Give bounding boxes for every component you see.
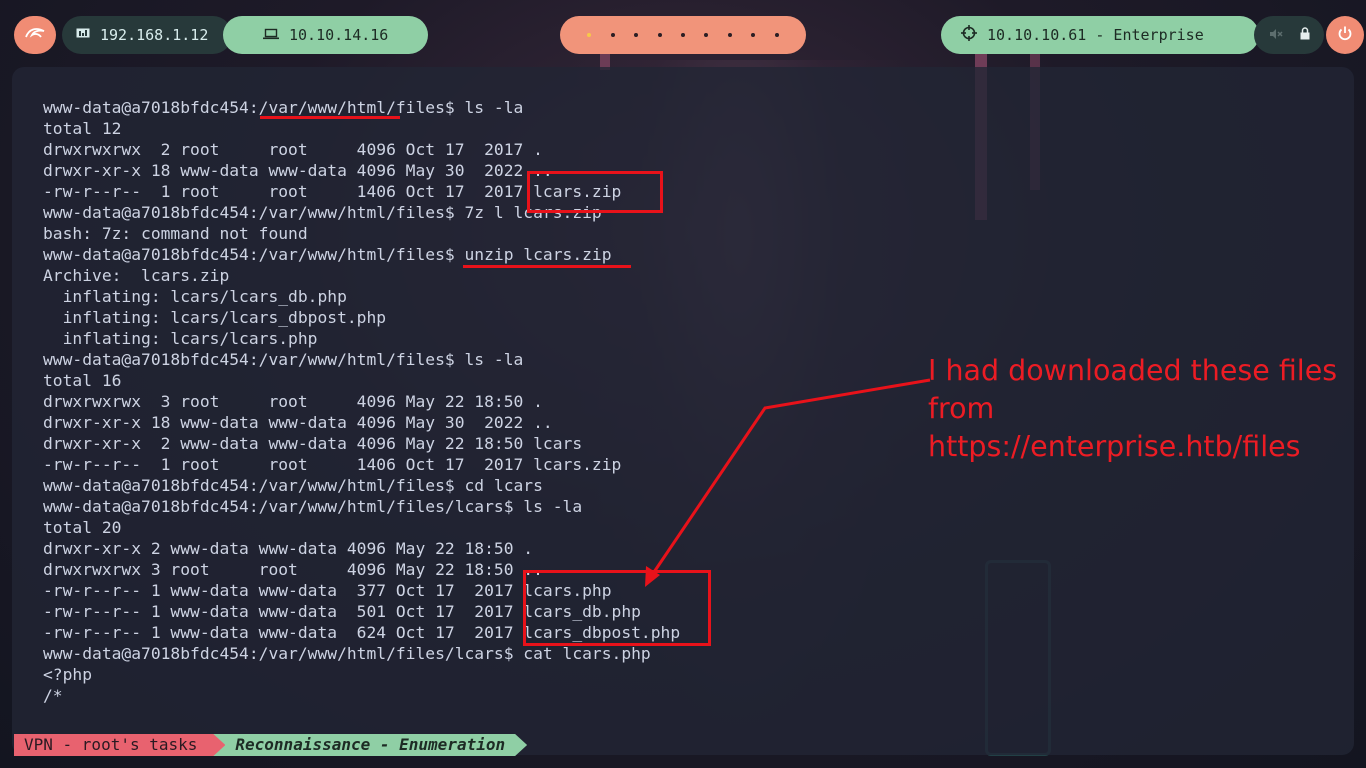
annotation-note: I had downloaded these files from https:…: [928, 354, 1338, 463]
status-vpn-segment: VPN - root's tasks: [14, 734, 225, 756]
status-task-segment: Reconnaissance - Enumeration: [211, 734, 527, 756]
status-bar: VPN - root's tasks Reconnaissance - Enum…: [14, 734, 527, 756]
